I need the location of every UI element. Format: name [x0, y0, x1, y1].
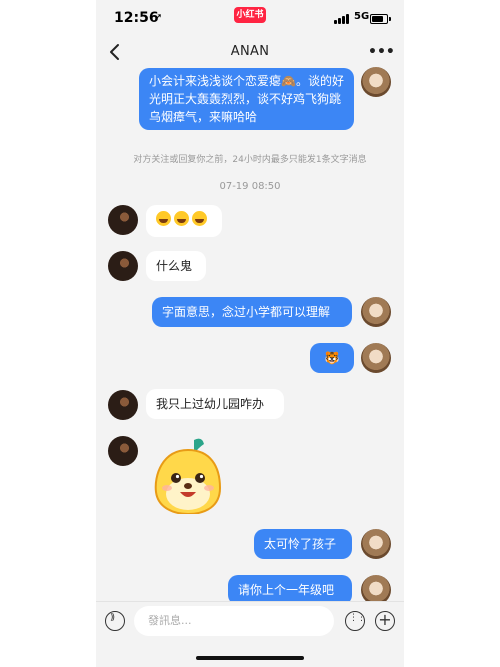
app-badge: 小红书 — [234, 7, 266, 23]
input-bar: 發訊息... + — [96, 601, 404, 642]
timestamp: 07-19 08:50 — [219, 181, 281, 192]
message-bubble-right[interactable]: 小会计来浅浅谈个恋爱瘪🙈。谈的好光明正大轰轰烈烈，谈不好鸡飞狗跳乌烟瘴气，来嘛哈… — [139, 68, 354, 130]
laughing-emoji-icon — [192, 211, 207, 226]
chat-title: ANAN — [230, 44, 270, 59]
status-bar: 12:56 ➚ 小红书 5G — [96, 0, 404, 36]
message-bubble-left[interactable]: 我只上过幼儿园咋办 — [146, 389, 284, 419]
avatar-me[interactable] — [361, 343, 391, 373]
message-bubble-right[interactable]: 🐯 — [310, 343, 354, 373]
message-bubble-left[interactable] — [146, 205, 222, 237]
emoji-icon[interactable] — [345, 611, 365, 631]
avatar-me[interactable] — [361, 297, 391, 327]
avatar-other[interactable] — [108, 390, 138, 420]
chat-screen: 12:56 ➚ 小红书 5G ANAN ••• 小会计来浅浅谈个恋爱瘪🙈。谈的好… — [96, 0, 404, 667]
sticker-image[interactable] — [152, 436, 224, 516]
system-notice: 对方关注或回复你之前，24小时内最多只能发1条文字消息 — [133, 155, 367, 165]
voice-icon[interactable] — [105, 611, 125, 631]
laughing-emoji-icon — [156, 211, 171, 226]
message-input[interactable]: 發訊息... — [134, 606, 334, 636]
chat-header: ANAN ••• — [96, 36, 404, 68]
avatar-me[interactable] — [361, 529, 391, 559]
network-type: 5G — [354, 11, 370, 22]
status-time: 12:56 — [114, 10, 159, 26]
location-arrow-icon: ➚ — [154, 12, 163, 23]
home-indicator — [196, 656, 304, 660]
avatar-other[interactable] — [108, 205, 138, 235]
avatar-me[interactable] — [361, 67, 391, 97]
plus-icon[interactable]: + — [375, 611, 395, 631]
more-dots-icon[interactable]: ••• — [368, 42, 395, 62]
signal-icon — [334, 14, 350, 24]
battery-icon — [370, 14, 391, 24]
avatar-other[interactable] — [108, 436, 138, 466]
laughing-emoji-icon — [174, 211, 189, 226]
message-bubble-left[interactable]: 什么鬼 — [146, 251, 206, 281]
message-bubble-right[interactable]: 字面意思，念过小学都可以理解 — [152, 297, 352, 327]
avatar-other[interactable] — [108, 251, 138, 281]
message-bubble-right[interactable]: 太可怜了孩子 — [254, 529, 352, 559]
